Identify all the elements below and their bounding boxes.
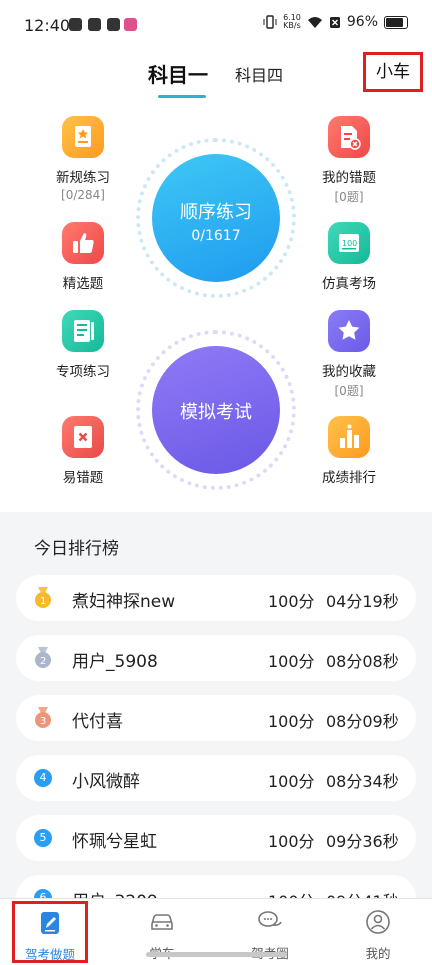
subject-tabs: 科目一 科目四 小车 [0,52,432,100]
mock-test-circle: 模拟考试 [136,330,296,490]
car-icon [151,914,173,930]
selected-questions-label: 精选题 [62,276,104,292]
sequential-progress: 0/1617 [191,228,241,244]
favorites-count: [0题] [334,384,364,398]
mail-notification-icon [88,18,101,31]
user-time: 08分08秒 [326,652,399,671]
user-name: 煮妇神探new [72,592,176,612]
sequential-practice-button[interactable]: 顺序练习 0/1617 [152,154,280,282]
silver-medal-icon: 2 [35,647,51,668]
sequential-label: 顺序练习 [180,202,252,223]
leaderboard-row[interactable]: 2 用户_5908 100分 08分08秒 [16,635,416,681]
new-practice-item[interactable]: 新规练习 [0/284] [35,116,131,202]
bar-chart-icon [328,416,370,458]
mock-test-label: 模拟考试 [180,402,252,423]
mock-exam-room-item[interactable]: 100 仿真考场 [301,222,397,292]
nav-exam-label: 驾考做题 [24,947,75,962]
ranking-label: 成绩排行 [322,470,376,486]
user-score: 100分 [268,652,315,671]
tab-subject1[interactable]: 科目一 [148,59,208,88]
status-time: 12:40 [24,16,71,35]
sequential-practice-circle: 顺序练习 0/1617 [136,138,296,298]
my-mistakes-label: 我的错题 [322,170,376,186]
nav-exam-practice[interactable]: 驾考做题 [12,901,88,963]
tab-active-indicator [158,95,206,98]
user-time: 08分09秒 [326,712,399,731]
book-icon [62,310,104,352]
svg-text:100: 100 [342,239,357,248]
favorites-item[interactable]: 我的收藏 [0题] [301,310,397,399]
new-practice-label: 新规练习 [56,170,110,186]
home-panel: 12:40 6.10 KB/s 96% 科目一 科目四 小车 新规练习 [0/2… [0,0,432,512]
vibrate-icon [263,15,277,29]
user-name: 怀珮兮星虹 [72,832,157,852]
mock-test-button[interactable]: 模拟考试 [152,346,280,474]
error-book-icon [62,416,104,458]
status-bar: 12:40 6.10 KB/s 96% [0,0,432,48]
error-prone-label: 易错题 [62,470,104,486]
cat-notification-icon [107,18,120,31]
rank-number: 4 [34,769,52,787]
my-mistakes-count: [0题] [334,190,364,204]
user-score: 100分 [268,712,315,731]
chat-bubbles-icon [258,911,282,927]
battery-percent: 96% [346,14,378,30]
user-score: 100分 [268,832,315,851]
user-time: 09分36秒 [326,832,399,851]
mistake-document-icon [328,116,370,158]
sim-off-icon [329,16,340,28]
new-practice-count: [0/284] [61,188,105,202]
leaderboard-title: 今日排行榜 [34,539,119,559]
user-time: 08分34秒 [326,772,399,791]
star-icon [328,310,370,352]
vehicle-type-button[interactable]: 小车 [363,52,423,92]
app-notification-icon [69,18,82,31]
edit-document-icon [41,912,59,934]
user-time: 04分19秒 [326,592,399,611]
home-indicator[interactable] [146,952,286,957]
mock-exam-room-label: 仿真考场 [322,276,376,292]
user-score: 100分 [268,772,315,791]
user-profile-icon [366,910,390,934]
leaderboard-row[interactable]: 3 代付喜 100分 08分09秒 [16,695,416,741]
status-right: 6.10 KB/s 96% [263,14,408,30]
thumbs-up-icon [62,222,104,264]
net-speed-unit: KB/s [283,21,301,30]
battery-icon [384,15,408,29]
wifi-icon [307,16,322,28]
net-speed: 6.10 KB/s [283,14,301,30]
topic-practice-label: 专项练习 [56,364,110,380]
tab-subject4[interactable]: 科目四 [235,62,283,86]
leaderboard-row[interactable]: 5 怀珮兮星虹 100分 09分36秒 [16,815,416,861]
user-name: 用户_5908 [72,652,158,672]
my-mistakes-item[interactable]: 我的错题 [0题] [301,116,397,205]
leaderboard-row[interactable]: 4 小风微醉 100分 08分34秒 [16,755,416,801]
nav-mine-label: 我的 [365,946,391,961]
medal-rank: 1 [40,596,46,607]
rank-number: 5 [34,829,52,847]
user-name: 小风微醉 [72,772,140,792]
medal-rank: 3 [40,716,46,727]
exam-paper-icon: 100 [328,222,370,264]
bronze-medal-icon: 3 [35,707,51,728]
favorites-label: 我的收藏 [322,364,376,380]
topic-practice-item[interactable]: 专项练习 [35,310,131,380]
medal-rank: 2 [40,656,46,667]
leaderboard-row[interactable]: 1 煮妇神探new 100分 04分19秒 [16,575,416,621]
nav-mine[interactable]: 我的 [324,899,432,965]
user-name: 代付喜 [72,712,123,732]
new-practice-icon [62,116,104,158]
gold-medal-icon: 1 [35,587,51,608]
user-score: 100分 [268,592,315,611]
shop-notification-icon [124,18,137,31]
ranking-item[interactable]: 成绩排行 [301,416,397,486]
error-prone-item[interactable]: 易错题 [35,416,131,486]
selected-questions-item[interactable]: 精选题 [35,222,131,292]
